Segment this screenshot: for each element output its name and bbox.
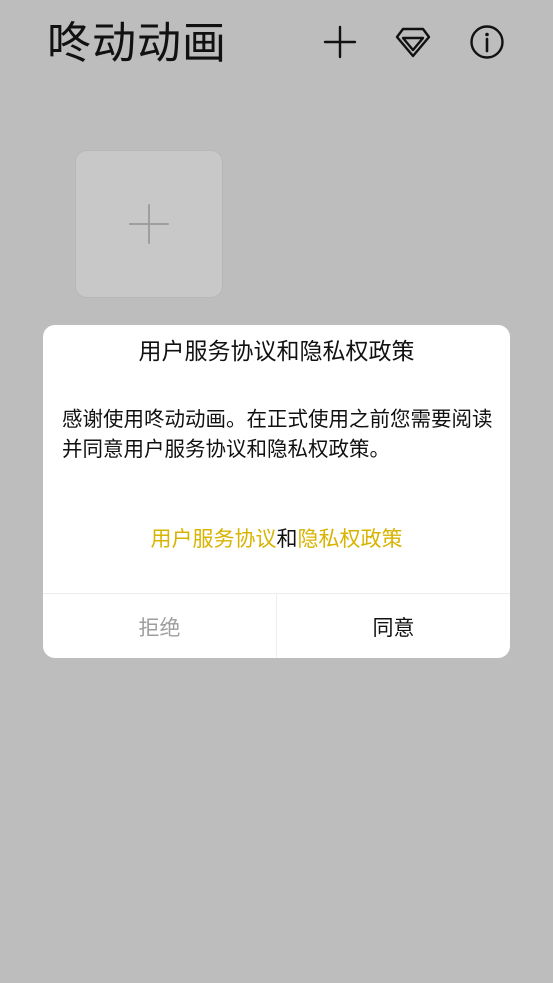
plus-icon	[323, 25, 357, 59]
info-button[interactable]	[467, 22, 507, 62]
dialog-message: 感谢使用咚动动画。在正式使用之前您需要阅读并同意用户服务协议和隐私权政策。	[62, 407, 493, 461]
privacy-dialog: 用户服务协议和隐私权政策 感谢使用咚动动画。在正式使用之前您需要阅读并同意用户服…	[43, 325, 510, 658]
diamond-icon	[395, 27, 431, 58]
dialog-title: 用户服务协议和隐私权政策	[138, 339, 415, 365]
dialog-actions: 拒绝 同意	[43, 593, 510, 658]
privacy-policy-link[interactable]: 隐私权政策	[298, 527, 403, 551]
new-animation-tile[interactable]	[75, 150, 223, 298]
links-conjunction: 和	[276, 527, 298, 551]
info-icon	[470, 25, 504, 59]
app-header: 咚动动画	[0, 0, 553, 88]
app-title: 咚动动画	[47, 18, 227, 69]
accept-button[interactable]: 同意	[277, 594, 510, 658]
plus-icon	[129, 204, 169, 244]
premium-button[interactable]	[393, 22, 433, 62]
service-agreement-link[interactable]: 用户服务协议	[151, 527, 277, 551]
reject-button[interactable]: 拒绝	[43, 594, 277, 658]
add-button[interactable]	[320, 22, 360, 62]
policy-links: 用户服务协议和隐私权政策	[43, 524, 510, 554]
